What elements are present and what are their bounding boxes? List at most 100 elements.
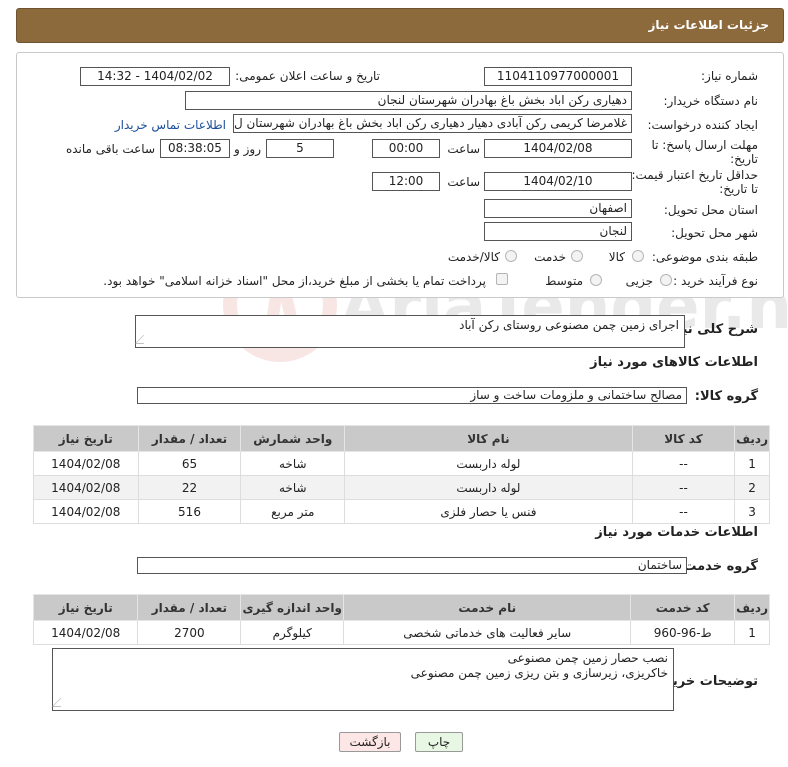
treasury-payment-note: پرداخت تمام یا بخشی از مبلغ خرید،از محل … <box>103 274 486 288</box>
goods-quantity: 22 <box>137 475 242 500</box>
buyer-notes-line: نصب حصار زمین چمن مصنوعی <box>507 651 668 665</box>
column-header: کد خدمت <box>630 594 736 621</box>
table-row: 1 -- لوله داربست شاخه 65 1404/02/08 <box>33 451 770 476</box>
goods-need-date: 1404/02/08 <box>33 451 139 476</box>
goods-name: فنس یا حصار فلزی <box>344 499 633 524</box>
deadline-time-field: 00:00 <box>372 139 440 158</box>
category-option-goods-service: کالا/خدمت <box>447 250 500 264</box>
print-button[interactable]: چاپ <box>415 732 463 752</box>
column-header: نام کالا <box>344 425 633 452</box>
creator-field: غلامرضا کریمی رکن آبادی دهیار دهیاری رکن… <box>233 114 632 133</box>
process-option-medium: متوسط <box>545 274 583 288</box>
services-group-label: گروه خدمت: <box>678 559 758 574</box>
goods-code: -- <box>631 475 736 500</box>
announce-date-field: 1404/02/02 - 14:32 <box>80 67 230 86</box>
column-header: کد کالا <box>631 425 736 452</box>
column-header: واحد اندازه گیری <box>240 594 345 621</box>
row-number: 3 <box>734 499 770 524</box>
page-title: جزئیات اطلاعات نیاز <box>648 18 769 32</box>
category-option-goods: کالا <box>608 250 625 264</box>
goods-section-title: اطلاعات کالاهای مورد نیاز <box>590 355 758 370</box>
goods-group-field: مصالح ساختمانی و ملزومات ساخت و ساز <box>137 387 687 404</box>
price-validity-label-line2: تا تاریخ: <box>719 182 758 196</box>
service-need-date: 1404/02/08 <box>32 620 139 645</box>
province-field: اصفهان <box>484 199 632 218</box>
services-table-header: ردیف کد خدمت نام خدمت واحد اندازه گیری ت… <box>32 594 770 621</box>
buyer-notes-field[interactable]: نصب حصار زمین چمن مصنوعی خاکریزی، زیرساز… <box>51 648 674 711</box>
column-header: نام خدمت <box>343 594 632 621</box>
price-validity-time-field: 12:00 <box>372 172 440 191</box>
row-number: 2 <box>734 475 770 500</box>
back-button[interactable]: بازگشت <box>339 732 401 752</box>
deadline-label-line2: تاریخ: <box>730 152 758 166</box>
goods-table: ردیف کد کالا نام کالا واحد شمارش تعداد /… <box>33 425 770 524</box>
services-group-field: ساختمان <box>137 557 687 574</box>
table-row: 1 ط-96-960 سایر فعالیت های خدماتی شخصی ک… <box>32 620 770 645</box>
category-radio-goods[interactable] <box>632 250 644 262</box>
column-header: تاریخ نیاز <box>32 594 139 621</box>
process-type-label: نوع فرآیند خرید : <box>673 274 758 288</box>
row-number: 1 <box>734 620 770 645</box>
description-text: اجرای زمین چمن مصنوعی روستای رکن آباد <box>459 318 679 332</box>
process-radio-minor[interactable] <box>660 274 672 286</box>
column-header: تعداد / مقدار <box>137 425 242 452</box>
resize-grip-icon[interactable] <box>51 698 70 707</box>
services-section-title: اطلاعات خدمات مورد نیاز <box>595 525 758 540</box>
city-field: لنجان <box>484 222 632 241</box>
table-row: 3 -- فنس یا حصار فلزی متر مربع 516 1404/… <box>33 499 770 524</box>
resize-grip-icon[interactable] <box>134 335 153 344</box>
buyer-org-label: نام دستگاه خریدار: <box>663 94 759 108</box>
column-header: تعداد / مقدار <box>137 594 242 621</box>
creator-label: ایجاد کننده درخواست: <box>647 118 758 132</box>
goods-code: -- <box>631 451 736 476</box>
need-number-field: 1104110977000001 <box>484 67 632 86</box>
goods-code: -- <box>631 499 736 524</box>
announce-date-label: تاریخ و ساعت اعلان عمومی: <box>235 69 380 83</box>
service-quantity: 2700 <box>137 620 242 645</box>
category-label: طبقه بندی موضوعی: <box>651 250 758 264</box>
city-label: شهر محل تحویل: <box>671 226 758 240</box>
goods-quantity: 65 <box>137 451 242 476</box>
remaining-time-field: 08:38:05 <box>160 139 230 158</box>
goods-need-date: 1404/02/08 <box>33 499 139 524</box>
buyer-org-field: دهیاری رکن اباد بخش باغ بهادران شهرستان … <box>185 91 632 110</box>
price-validity-time-label: ساعت <box>447 175 480 189</box>
province-label: استان محل تحویل: <box>663 203 758 217</box>
goods-name: لوله داربست <box>344 451 633 476</box>
description-field[interactable]: اجرای زمین چمن مصنوعی روستای رکن آباد <box>134 315 685 348</box>
service-code: ط-96-960 <box>630 620 736 645</box>
service-unit: کیلوگرم <box>240 620 345 645</box>
remaining-time-label: ساعت باقی مانده <box>65 142 155 156</box>
page-header: جزئیات اطلاعات نیاز <box>16 8 784 43</box>
column-header: واحد شمارش <box>240 425 346 452</box>
deadline-label-line1: مهلت ارسال پاسخ: تا <box>651 138 758 152</box>
process-radio-medium[interactable] <box>590 274 602 286</box>
treasury-payment-checkbox[interactable] <box>496 273 508 285</box>
table-row: 2 -- لوله داربست شاخه 22 1404/02/08 <box>33 475 770 500</box>
services-table: ردیف کد خدمت نام خدمت واحد اندازه گیری ت… <box>32 594 770 645</box>
process-option-minor: جزیی <box>625 274 653 288</box>
buyer-contact-link[interactable]: اطلاعات تماس خریدار <box>115 118 226 132</box>
column-header: تاریخ نیاز <box>33 425 139 452</box>
service-name: سایر فعالیت های خدماتی شخصی <box>343 620 632 645</box>
remaining-days-field: 5 <box>266 139 334 158</box>
need-number-label: شماره نیاز: <box>701 69 758 83</box>
buyer-notes-line: خاکریزی، زیرسازی و بتن ریزی زمین چمن مصن… <box>410 666 668 680</box>
category-radio-goods-service[interactable] <box>505 250 517 262</box>
column-header: ردیف <box>734 594 770 621</box>
goods-table-header: ردیف کد کالا نام کالا واحد شمارش تعداد /… <box>33 425 770 452</box>
category-option-service: خدمت <box>534 250 566 264</box>
goods-group-label: گروه کالا: <box>694 389 758 404</box>
goods-unit: شاخه <box>240 475 346 500</box>
price-validity-label-line1: حداقل تاریخ اعتبار قیمت: <box>631 168 758 182</box>
goods-quantity: 516 <box>137 499 242 524</box>
row-number: 1 <box>734 451 770 476</box>
deadline-time-label: ساعت <box>447 142 480 156</box>
goods-name: لوله داربست <box>344 475 633 500</box>
column-header: ردیف <box>734 425 770 452</box>
days-label: روز و <box>234 142 261 156</box>
goods-unit: متر مربع <box>240 499 346 524</box>
goods-unit: شاخه <box>240 451 346 476</box>
price-validity-date-field: 1404/02/10 <box>484 172 632 191</box>
category-radio-service[interactable] <box>571 250 583 262</box>
